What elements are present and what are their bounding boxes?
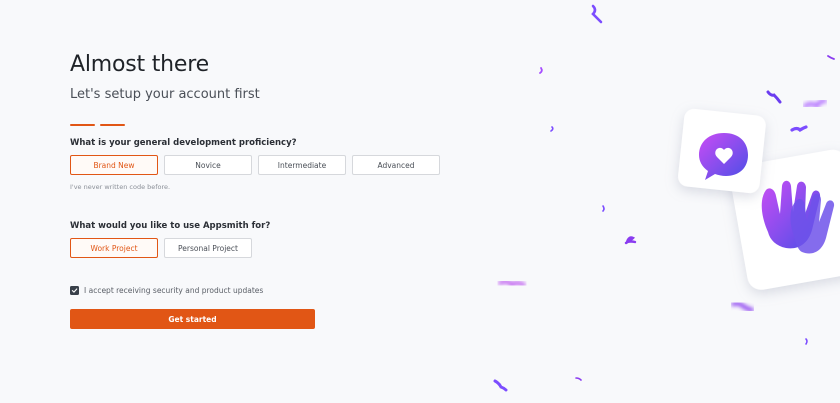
- consent-label: I accept receiving security and product …: [84, 286, 264, 295]
- step-indicator: [70, 124, 450, 126]
- check-icon: [71, 288, 78, 293]
- proficiency-hint: I've never written code before.: [70, 183, 171, 191]
- proficiency-option-novice[interactable]: Novice: [164, 155, 252, 175]
- step-indicator-bar-1: [70, 124, 95, 126]
- chat-card: [678, 108, 766, 194]
- onboarding-form: Almost there Let's setup your account fi…: [70, 52, 450, 329]
- usage-option-work-project[interactable]: Work Project: [70, 238, 158, 258]
- confetti-icon: [493, 4, 835, 392]
- usage-option-personal-project[interactable]: Personal Project: [164, 238, 252, 258]
- proficiency-question: What is your general development profici…: [70, 138, 297, 148]
- page-subtitle: Let's setup your account first: [70, 87, 260, 102]
- consent-row: I accept receiving security and product …: [70, 286, 450, 295]
- proficiency-option-advanced[interactable]: Advanced: [352, 155, 440, 175]
- get-started-button[interactable]: Get started: [70, 309, 315, 329]
- heart-chat-icon: [699, 133, 748, 180]
- usage-question: What would you like to use Appsmith for?: [70, 221, 271, 231]
- proficiency-option-intermediate[interactable]: Intermediate: [258, 155, 346, 175]
- hands-card: [730, 149, 840, 290]
- proficiency-options: Brand New Novice Intermediate Advanced: [70, 155, 450, 175]
- waving-hands-icon: [761, 180, 835, 254]
- usage-options: Work Project Personal Project: [70, 238, 450, 258]
- page-title: Almost there: [70, 52, 209, 77]
- step-indicator-bar-2: [100, 124, 125, 126]
- consent-checkbox[interactable]: [70, 286, 79, 295]
- proficiency-option-brand-new[interactable]: Brand New: [70, 155, 158, 175]
